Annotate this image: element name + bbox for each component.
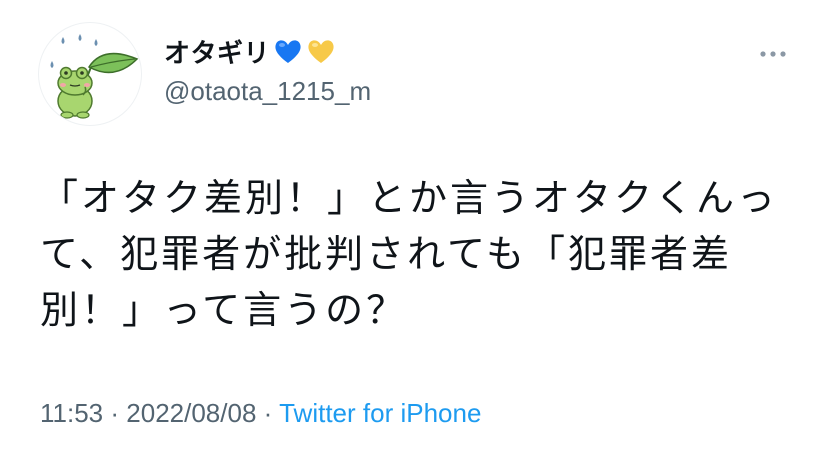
tweet-time[interactable]: 11:53 <box>40 398 103 428</box>
user-handle[interactable]: @otaota_1215_m <box>164 76 371 107</box>
tweet-text: 「オタク差別！」とか言うオタクくんって、犯罪者が批判されても「犯罪者差別！」って… <box>40 176 779 332</box>
meta-separator: · <box>110 398 120 428</box>
blue-heart-icon <box>273 36 303 66</box>
meta-separator: · <box>263 398 273 428</box>
avatar[interactable] <box>38 22 142 126</box>
tweet-source-link[interactable]: Twitter for iPhone <box>279 398 481 428</box>
tweet-date[interactable]: 2022/08/08 <box>126 398 256 428</box>
display-name[interactable]: オタギリ <box>164 33 270 70</box>
tweet-card: オタギリ @otaota_1215_m 「オタク差別！」とか言うオタクくんって、… <box>0 0 828 449</box>
yellow-heart-icon <box>306 36 336 66</box>
more-options-icon[interactable] <box>758 46 788 60</box>
tweet-metadata: 11:53 · 2022/08/08 · Twitter for iPhone <box>40 398 481 429</box>
frog-avatar-icon <box>50 34 139 119</box>
tweet-header: オタギリ @otaota_1215_m <box>164 34 371 107</box>
name-row: オタギリ <box>164 33 371 70</box>
